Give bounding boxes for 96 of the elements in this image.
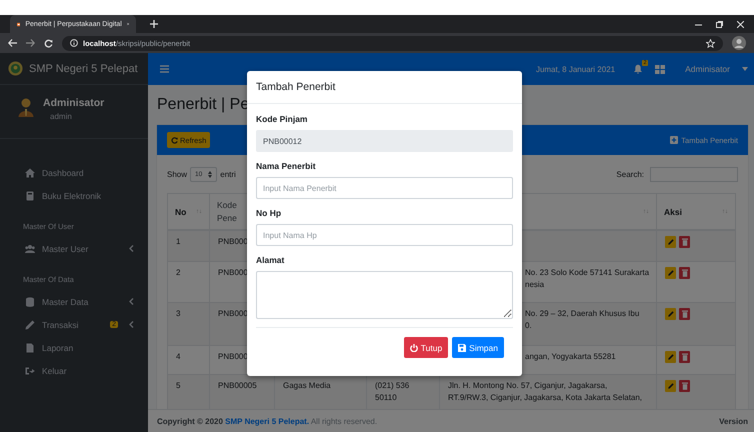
school-link[interactable]: SMP Negeri 5 Pelepat. — [225, 416, 310, 426]
input-field[interactable]: Input Nama Hp — [256, 224, 513, 246]
restore-icon[interactable] — [716, 20, 723, 28]
edit-button[interactable] — [665, 236, 676, 248]
book-icon — [25, 190, 35, 200]
brand-name[interactable]: SMP Negeri 5 Pelepat — [29, 62, 138, 74]
pencil-icon — [668, 383, 674, 389]
exit-icon — [25, 366, 35, 376]
table-cell-text: Jln. H. Montong No. 57, Ciganjur, Jagakarsa, RT.9/RW.3, Ciganjur, Jagakarsa, Kota Jakarta Selatan, — [448, 380, 642, 404]
table-cell-text: angan, Yogyakarta 55281 — [525, 351, 616, 363]
updown-caret-icon — [208, 170, 212, 178]
table-cell: PNB000 — [218, 268, 248, 277]
user-menu[interactable]: Adminisator — [685, 64, 730, 74]
document-icon — [25, 342, 35, 352]
info-icon — [70, 39, 78, 47]
table-cell: 4 — [176, 352, 180, 361]
table-cell: 2 — [176, 268, 180, 277]
new-tab-icon[interactable] — [150, 20, 158, 28]
table-cell: PNB000 — [218, 352, 248, 361]
edit-button[interactable] — [665, 351, 676, 363]
pencil-icon — [25, 320, 35, 330]
nav-link[interactable]: Transaksi — [42, 320, 104, 330]
database-icon — [25, 296, 35, 306]
field-label: Alamat — [256, 255, 286, 265]
field-label: Nama Penerbit — [256, 161, 317, 171]
home-icon — [25, 168, 35, 178]
trash-icon — [682, 353, 688, 361]
field-label: No Hp — [256, 208, 282, 218]
delete-button[interactable] — [679, 308, 690, 320]
entries-label: entri — [220, 170, 236, 178]
save-button[interactable]: Simpan — [452, 337, 504, 358]
profile-avatar-icon[interactable] — [732, 36, 746, 50]
refresh-icon — [171, 136, 178, 144]
users-icon — [25, 244, 35, 254]
close-button[interactable]: Tutup — [404, 337, 448, 358]
edit-button[interactable] — [665, 267, 676, 279]
date-text: Jumat, 8 Januari 2021 — [536, 64, 616, 74]
caret-icon[interactable] — [742, 67, 748, 71]
user-avatar-icon — [18, 97, 34, 117]
table-cell: Gagas Media — [283, 381, 331, 390]
forward-icon[interactable] — [26, 39, 35, 47]
back-icon[interactable] — [8, 39, 17, 47]
copyright-text: Copyright © 2020 SMP Negeri 5 Pelepat. All rights reserved. — [157, 416, 378, 426]
table-cell: PNB000 — [218, 309, 248, 318]
delete-button[interactable] — [679, 351, 690, 363]
chevron-icon[interactable] — [129, 245, 134, 252]
pencil-icon — [668, 311, 674, 317]
close-icon[interactable] — [737, 20, 744, 28]
star-icon[interactable] — [706, 38, 715, 48]
chevron-icon[interactable] — [129, 321, 134, 328]
table-cell-text: No. 23 Solo Kode 57141 Surakarta nesia — [525, 267, 650, 292]
version-label: Version — [719, 416, 748, 426]
search-field[interactable] — [650, 166, 738, 182]
table-cell: PNB00005 — [218, 381, 257, 390]
plus-square-icon — [670, 136, 678, 144]
grid-icon[interactable] — [655, 64, 666, 74]
delete-button[interactable] — [679, 380, 690, 392]
input-field[interactable]: Input Nama Penerbit — [256, 177, 513, 199]
chevron-icon[interactable] — [129, 298, 134, 305]
user-name[interactable]: Adminisator — [43, 97, 104, 109]
nav-link[interactable]: Master Data — [42, 296, 118, 306]
pencil-icon — [668, 270, 674, 276]
nav-link[interactable]: Dashboard — [42, 168, 134, 178]
column-header[interactable]: Kode Pene — [217, 198, 241, 224]
column-header[interactable]: No — [175, 206, 186, 216]
table-cell: PNB000 — [218, 237, 248, 246]
user-role: admin — [49, 112, 73, 121]
bell-icon[interactable] — [633, 64, 644, 74]
nav-link[interactable]: Keluar — [42, 366, 134, 376]
show-label: Show — [167, 170, 188, 178]
nav-link[interactable]: Buku Elektronik — [42, 190, 134, 200]
dialog-title: Tambah Penerbit — [256, 81, 336, 93]
field-label: Kode Pinjam — [256, 114, 308, 124]
trash-icon — [682, 310, 688, 318]
nav-link[interactable]: Master User — [42, 244, 118, 254]
table-cell-text: (021) 536 50110 — [375, 380, 410, 404]
trash-icon — [682, 269, 688, 277]
reload-icon[interactable] — [44, 38, 53, 48]
menu-icon[interactable] — [160, 65, 169, 73]
edit-button[interactable] — [665, 380, 676, 392]
table-cell: 1 — [176, 237, 180, 246]
table-cell: 5 — [176, 381, 180, 390]
pencil-icon — [668, 239, 674, 245]
column-header[interactable]: Aksi — [664, 206, 682, 216]
power-icon — [410, 344, 418, 352]
school-logo-icon — [8, 61, 23, 76]
trash-icon — [682, 238, 688, 246]
trash-icon — [682, 382, 688, 390]
search-label: Search: — [616, 170, 644, 178]
delete-button[interactable] — [679, 267, 690, 279]
pencil-icon — [668, 354, 674, 360]
table-cell: 3 — [176, 309, 180, 318]
table-cell-text: No. 29 – 32, Daerah Khusus Ibu 0. — [525, 308, 640, 332]
delete-button[interactable] — [679, 236, 690, 248]
nav-link[interactable]: Laporan — [42, 342, 134, 352]
edit-button[interactable] — [665, 308, 676, 320]
